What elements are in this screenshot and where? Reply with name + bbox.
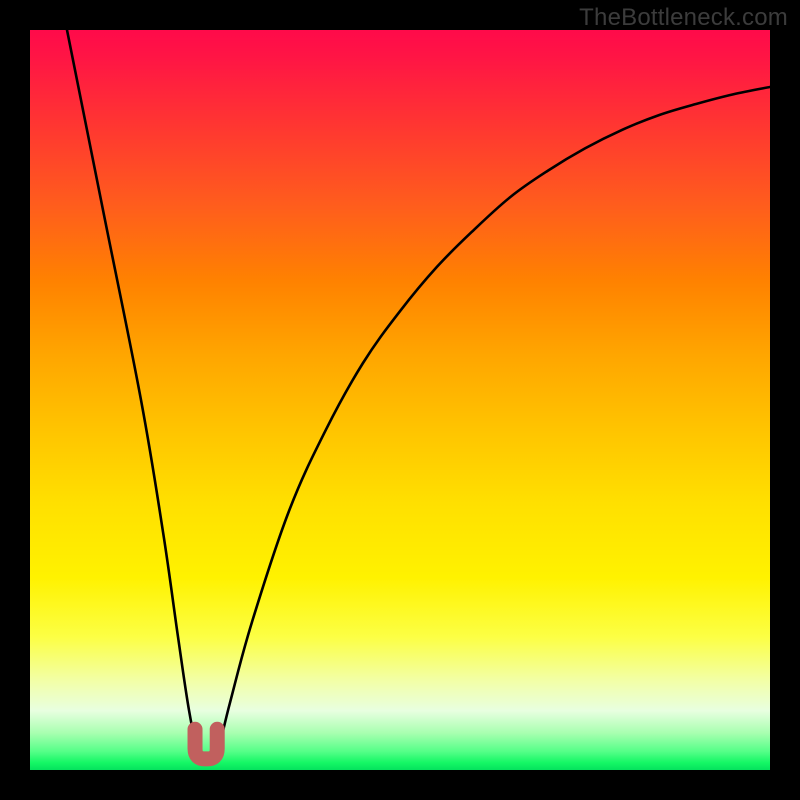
bottleneck-curve [67,30,770,763]
watermark-text: TheBottleneck.com [579,4,788,32]
chart-frame: TheBottleneck.com [0,0,800,800]
plot-area [30,30,770,770]
curve-layer [30,30,770,770]
minimum-marker-icon [195,729,217,759]
